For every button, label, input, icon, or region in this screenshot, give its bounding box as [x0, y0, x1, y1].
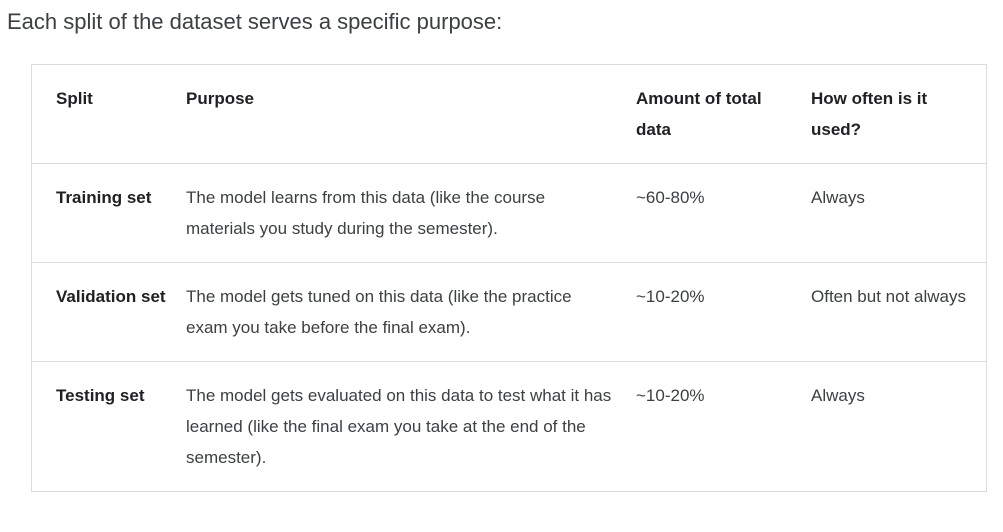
- cell-split: Training set: [32, 163, 186, 263]
- cell-purpose: The model gets evaluated on this data to…: [186, 361, 636, 491]
- cell-amount: ~60-80%: [636, 163, 811, 263]
- header-amount: Amount of total data: [636, 89, 762, 139]
- cell-amount: ~10-20%: [636, 262, 811, 362]
- table-row: Validation set The model gets tuned on t…: [32, 262, 986, 362]
- cell-amount: ~10-20%: [636, 361, 811, 491]
- cell-frequency: Always: [811, 361, 986, 491]
- table-row: Testing set The model gets evaluated on …: [32, 361, 986, 491]
- cell-split: Validation set: [32, 262, 186, 362]
- header-frequency: How often is it used?: [811, 89, 928, 139]
- cell-split: Testing set: [32, 361, 186, 491]
- table-row: Training set The model learns from this …: [32, 163, 986, 263]
- table-header-row: Split Purpose Amount of total data How o…: [32, 65, 986, 164]
- dataset-splits-table: Split Purpose Amount of total data How o…: [31, 64, 987, 492]
- intro-text: Each split of the dataset serves a speci…: [7, 9, 503, 34]
- cell-purpose: The model gets tuned on this data (like …: [186, 262, 636, 362]
- cell-frequency: Always: [811, 163, 986, 263]
- header-purpose: Purpose: [186, 89, 255, 108]
- splits-table: Split Purpose Amount of total data How o…: [32, 65, 986, 491]
- header-split: Split: [56, 89, 93, 108]
- cell-purpose: The model learns from this data (like th…: [186, 163, 636, 263]
- cell-frequency: Often but not always: [811, 262, 986, 362]
